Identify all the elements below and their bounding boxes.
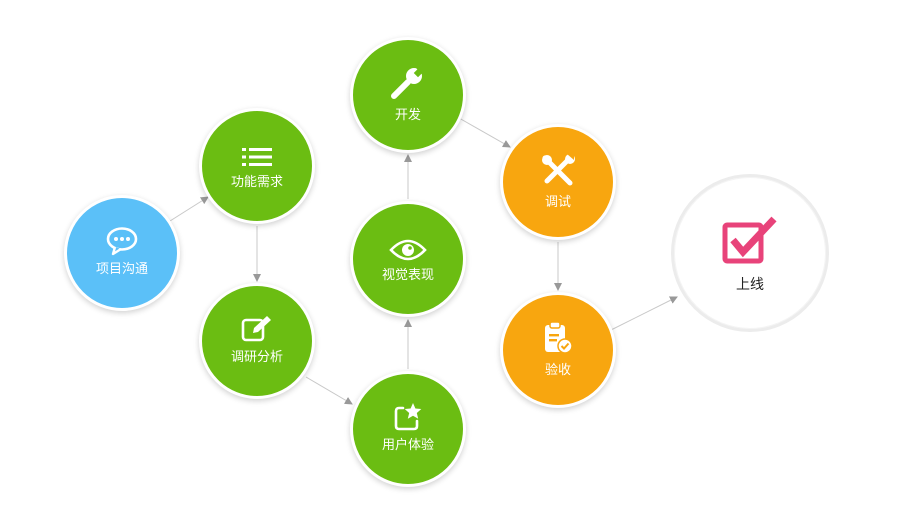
arrow-acceptance-to-launch [610,296,678,331]
node-acceptance: 验收 [500,292,616,408]
list-icon [242,147,272,171]
arrow-communication-to-requirements [169,196,209,222]
node-ux-label: 用户体验 [381,438,434,453]
node-acceptance-label: 验收 [544,363,571,378]
node-visual: 视觉表现 [350,201,466,317]
node-requirements: 功能需求 [199,108,315,224]
chat-bubble-icon [105,226,139,260]
node-communication-label: 项目沟通 [95,262,148,277]
arrow-research-to-ux [305,376,353,405]
wrench-icon [390,66,426,104]
node-research-label: 调研分析 [230,350,283,365]
checkbox-check-icon [722,215,778,269]
arrow-development-to-debugging [458,117,511,148]
star-frame-icon [393,402,423,436]
eye-icon [389,238,427,266]
node-research: 调研分析 [199,283,315,399]
clipboard-check-icon [542,321,574,359]
edit-icon [241,314,273,348]
node-communication: 项目沟通 [64,195,180,311]
node-requirements-label: 功能需求 [230,175,283,190]
node-development-label: 开发 [394,108,421,123]
node-debugging: 调试 [500,124,616,240]
process-flow-diagram: 项目沟通 功能需求 调研分析 用户体验 视觉表现 开发 调试 验收 上线 [0,0,900,521]
tools-icon [540,153,576,191]
node-debugging-label: 调试 [544,195,571,210]
node-launch: 上线 [671,174,829,332]
node-development: 开发 [350,37,466,153]
node-launch-label: 上线 [736,277,764,293]
node-ux: 用户体验 [350,371,466,487]
node-visual-label: 视觉表现 [381,268,434,283]
